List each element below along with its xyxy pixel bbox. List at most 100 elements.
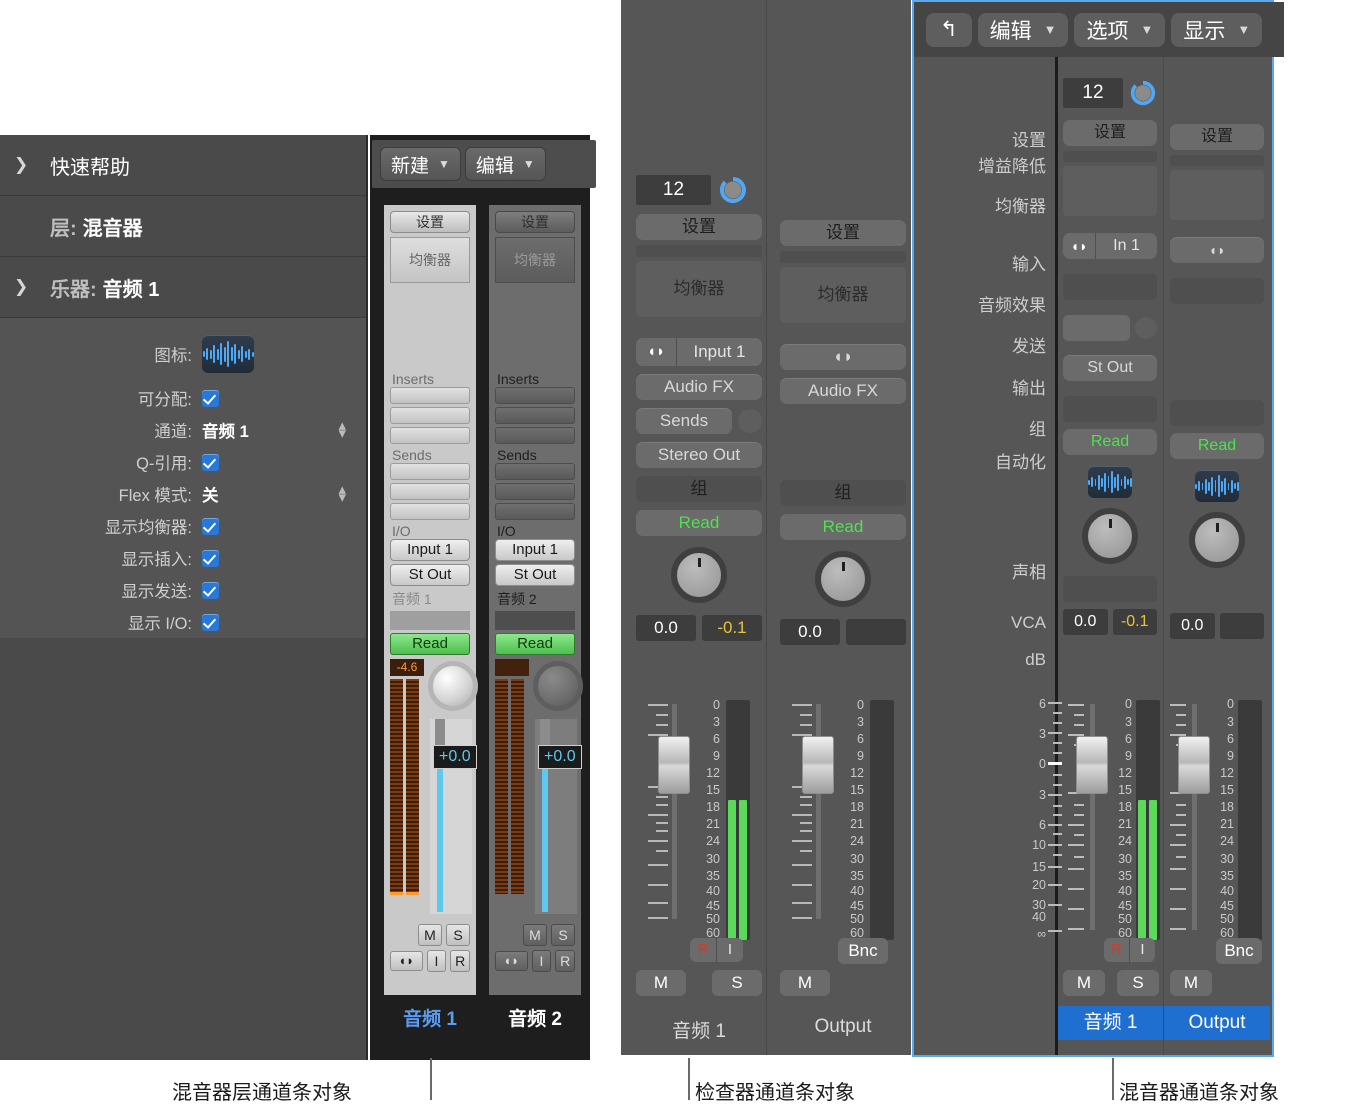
settings-button[interactable]: 设置 [780,220,906,246]
channel-stepper[interactable]: ▴▾ [338,422,346,438]
peak-value[interactable]: -4.6 [390,659,424,676]
fader-area[interactable]: +0.0 [535,719,577,914]
pan-value[interactable]: 0.0 [780,619,840,645]
output-button[interactable]: St Out [390,564,470,586]
mute-button[interactable]: M [523,924,547,946]
inspector-strip2-name[interactable]: Output [780,1016,906,1038]
insert-slot[interactable] [495,387,575,404]
peak-value[interactable] [495,659,529,676]
instrument-header[interactable]: ❯ 乐器: 音频 1 [0,257,368,318]
input-button[interactable]: Input 1 [495,539,575,561]
audio-fx-button[interactable]: Audio FX [780,378,906,404]
fader-area[interactable]: +0.0 [430,719,472,914]
level-value[interactable]: -0.1 [702,615,762,641]
inspector-strip-audio1[interactable]: 12 设置 均衡器 ◖◗ Input 1 Audio FX Sends Ster… [636,175,762,641]
edit-menu[interactable]: 编辑 ▼ [978,13,1069,47]
input-button[interactable]: ◖◗ In 1 [1063,233,1157,259]
waveform-icon[interactable] [1088,466,1132,498]
mixer-strip-audio1[interactable]: 设置 均衡器 Inserts Sends I/O Input 1 St Out … [384,205,476,995]
input-button[interactable]: ◖◗ Input 1 [636,338,762,366]
fader-value[interactable]: +0.0 [538,745,582,769]
layer-header[interactable]: 层: 混音器 [0,196,368,257]
pan-value[interactable]: 0.0 [1063,609,1108,635]
solo-button[interactable]: S [712,970,762,996]
fader-cap[interactable] [1076,736,1108,794]
pan-value[interactable]: 0.0 [1170,613,1215,639]
output-button[interactable]: St Out [1063,355,1157,381]
audio-fx-button[interactable]: Audio FX [636,374,762,400]
settings-button[interactable]: 设置 [390,211,470,233]
group-slot[interactable] [390,611,470,630]
input-button[interactable]: ◖◗ [780,344,906,370]
options-menu[interactable]: 选项 ▼ [1074,13,1165,47]
solo-button[interactable]: S [551,924,575,946]
eq-display[interactable]: 均衡器 [636,261,762,317]
stereo-icon[interactable]: ◖◗ [390,951,423,971]
mute-button[interactable]: M [418,924,442,946]
group-slot[interactable] [495,611,575,630]
record-enable-button[interactable]: R [450,950,470,972]
record-enable-button[interactable]: R [555,950,575,972]
input-button[interactable]: Input 1 [390,539,470,561]
settings-button[interactable]: 设置 [1063,120,1157,146]
mute-button[interactable]: M [636,970,686,996]
volume-fader[interactable] [648,700,700,925]
insert-slot[interactable] [495,407,575,424]
chevron-right-icon[interactable]: ❯ [14,155,50,175]
bounce-button[interactable]: Bnc [838,938,888,964]
group-button[interactable]: 组 [780,480,906,506]
solo-button[interactable]: S [446,924,470,946]
mixer-strip-audio2[interactable]: 设置 均衡器 Inserts Sends I/O Input 1 St Out … [489,205,581,995]
send-slot[interactable] [390,463,470,480]
pan-knob[interactable] [533,661,583,711]
mixer-window-strip-audio1[interactable]: 12 设置 ◖◗ In 1 St Out Read 0.0 -0.1 [1063,78,1157,635]
insert-slot[interactable] [390,407,470,424]
pan-knob[interactable] [428,661,478,711]
pan-knob[interactable] [1082,508,1138,564]
eq-display[interactable] [1063,166,1157,216]
fader-cap[interactable] [658,736,690,794]
volume-fader[interactable] [1068,700,1114,932]
waveform-icon[interactable] [1195,470,1239,502]
record-enable-button[interactable]: R [690,938,716,962]
volume-fader[interactable] [792,700,844,925]
sends-button[interactable]: Sends [636,408,732,434]
fader-cap[interactable] [435,719,445,747]
volume-fader[interactable] [1170,700,1216,932]
send-slot[interactable] [495,463,575,480]
send-knob[interactable] [738,409,762,433]
show-sends-checkbox[interactable] [202,582,219,599]
record-enable-button[interactable]: R [1104,938,1129,962]
input-monitor-button[interactable]: I [427,950,447,972]
automation-button[interactable]: Read [780,514,906,540]
settings-button[interactable]: 设置 [636,214,762,240]
gain-value-field[interactable]: 12 [636,175,711,205]
view-menu[interactable]: 显示 ▼ [1171,13,1262,47]
show-inserts-checkbox[interactable] [202,550,219,567]
property-row-flex-mode[interactable]: Flex 模式: 关 ▴▾ [0,478,368,510]
bounce-button[interactable]: Bnc [1216,938,1262,964]
level-value[interactable] [1220,613,1265,639]
mute-button[interactable]: M [1063,970,1105,996]
mixer-window-strip2-name[interactable]: Output [1164,1006,1270,1040]
group-button[interactable]: 组 [636,476,762,502]
eq-display[interactable] [1170,170,1264,220]
mixer-window-strip1-name[interactable]: 音频 1 [1058,1006,1163,1040]
input-monitor-button[interactable]: I [532,950,552,972]
send-slot[interactable] [390,483,470,500]
send-slot[interactable] [390,503,470,520]
input-monitor-button[interactable]: I [1129,938,1155,962]
insert-slot[interactable] [390,427,470,444]
automation-button[interactable]: Read [495,633,575,655]
inspector-strip-output[interactable]: 设置 均衡器 ◖◗ Audio FX 组 Read 0.0 [780,220,906,645]
gain-reduction-knob-icon[interactable] [718,175,748,205]
pan-value[interactable]: 0.0 [636,615,696,641]
new-button[interactable]: 新建 ▼ [380,147,461,181]
insert-slot[interactable] [390,387,470,404]
pan-knob[interactable] [671,547,727,603]
level-value[interactable] [846,619,906,645]
arrow-up-icon[interactable]: ↰ [926,13,972,47]
input-button[interactable]: ◖◗ [1170,237,1264,263]
mixer-window-strip-output[interactable]: 设置 ◖◗ Read 0.0 [1170,124,1264,639]
automation-button[interactable]: Read [636,510,762,536]
